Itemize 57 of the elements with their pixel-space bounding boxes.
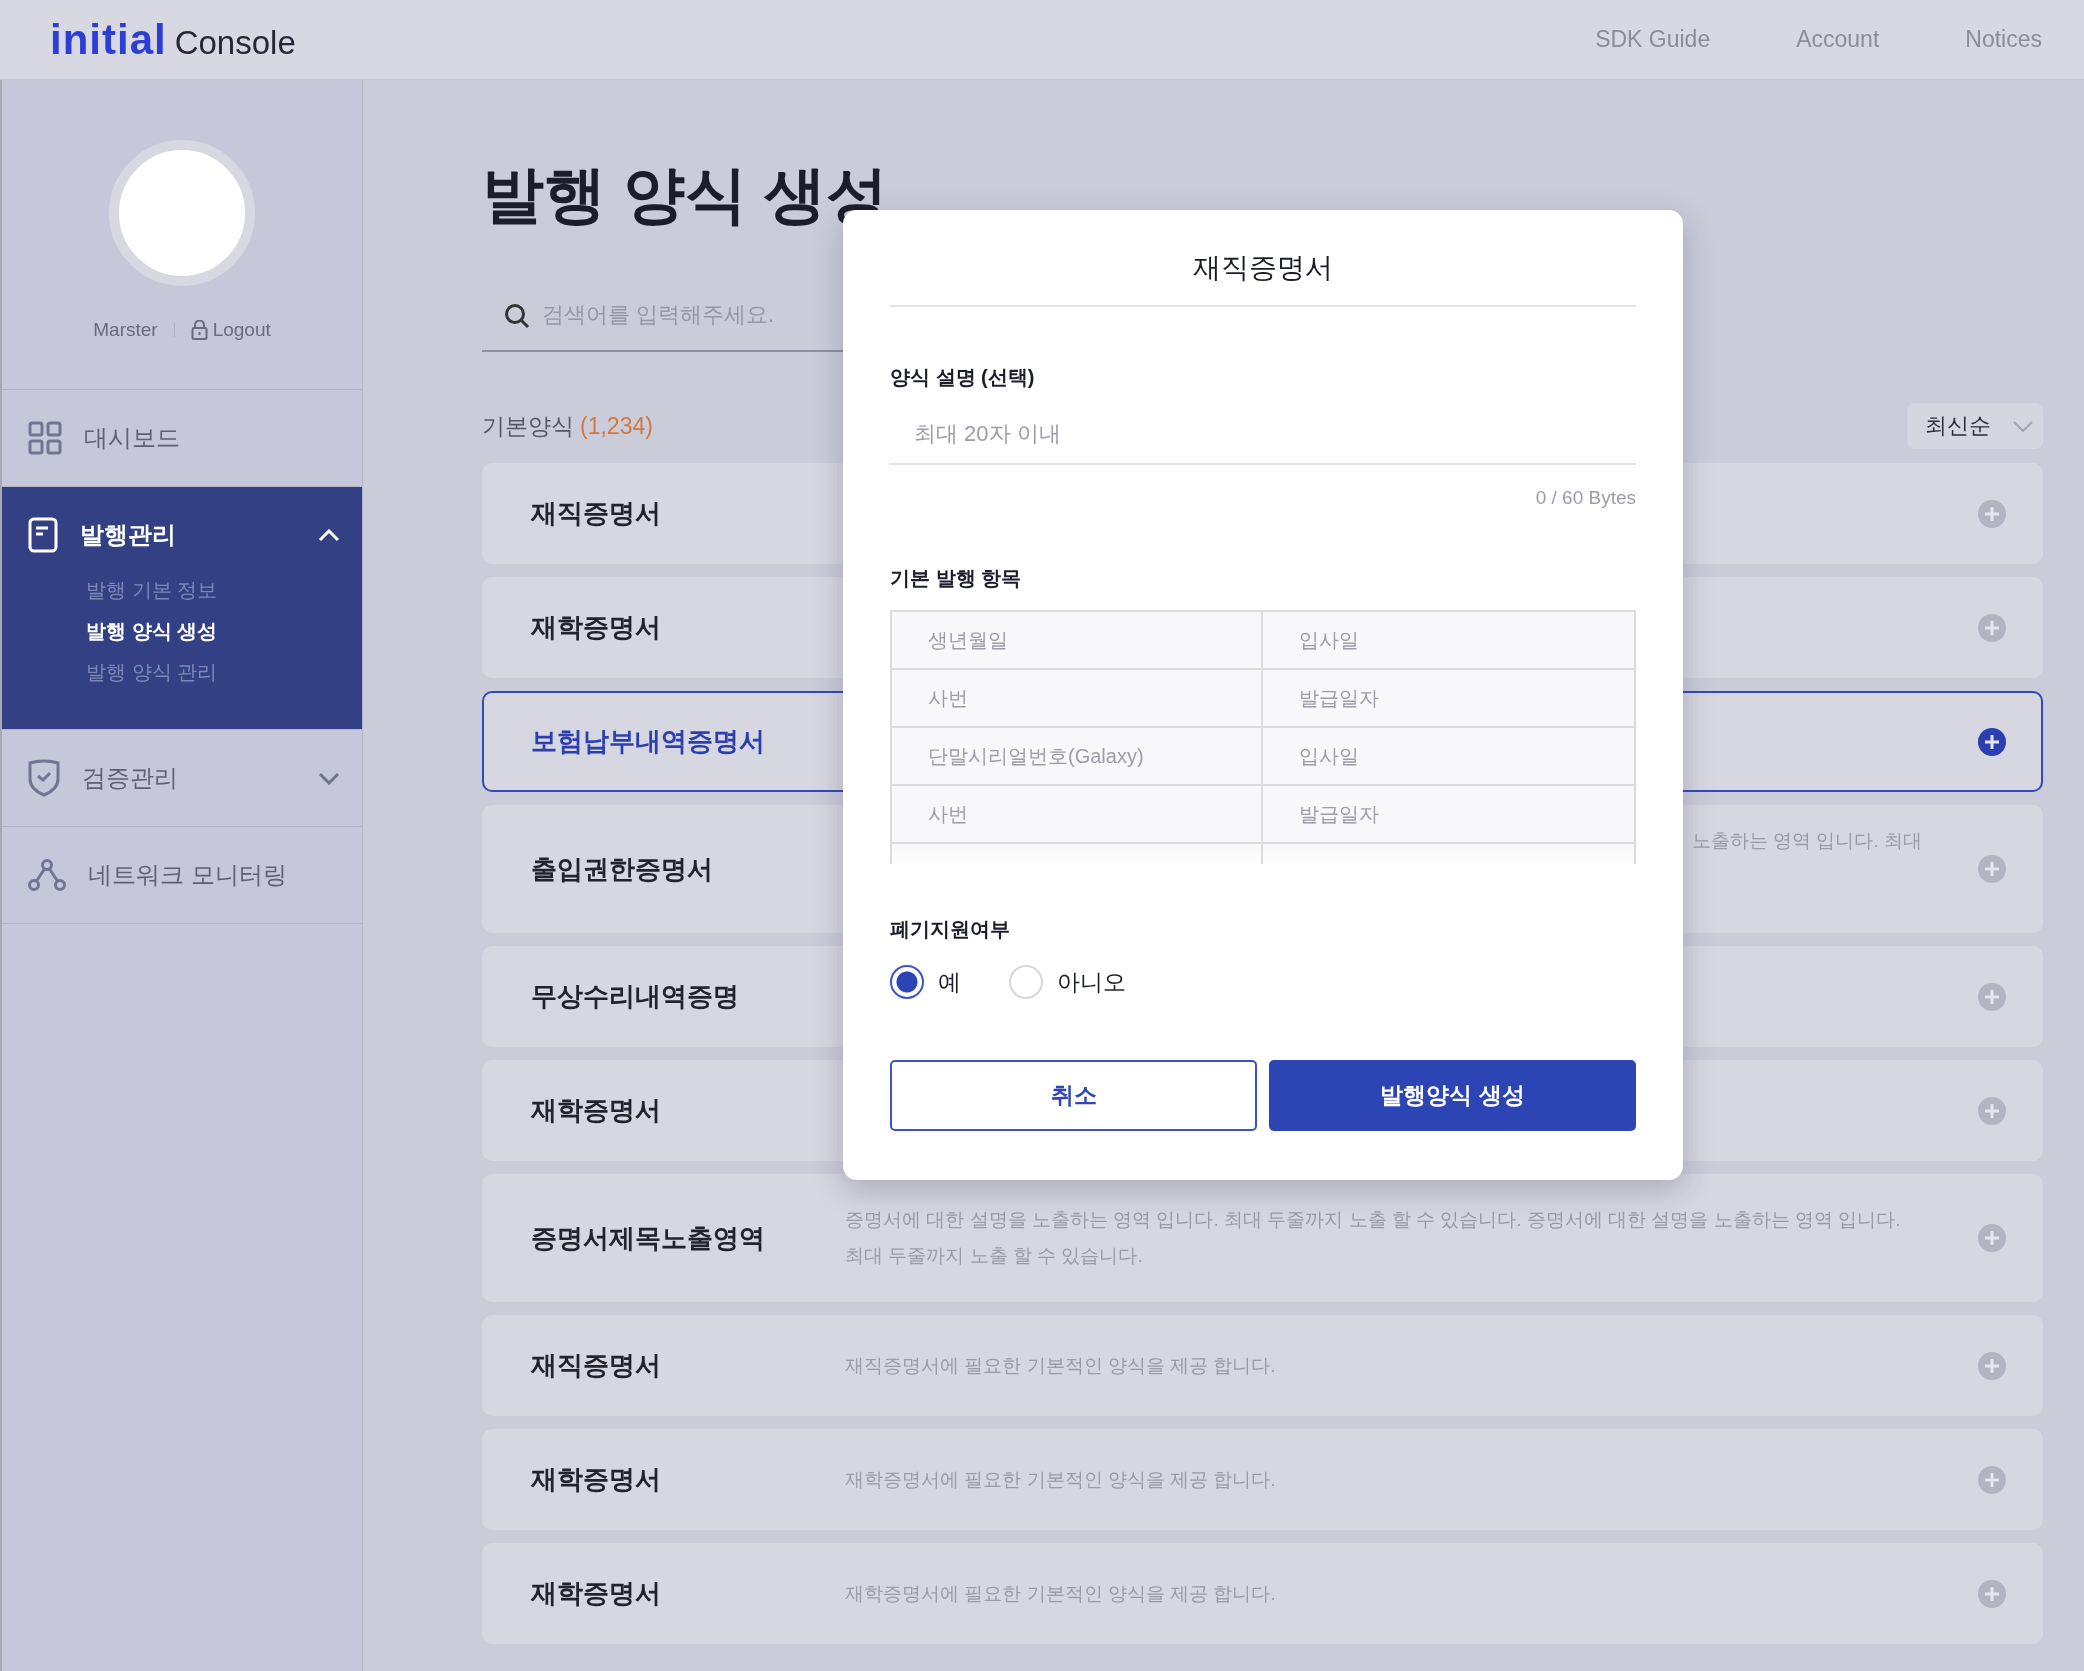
search-icon (504, 303, 530, 329)
chevron-down-icon[interactable] (318, 771, 340, 785)
network-icon (28, 859, 66, 891)
form-title: 재학증명서 (531, 1577, 662, 1610)
radio-option[interactable]: 예 (890, 965, 961, 999)
menu-item[interactable]: 대시보드 (2, 390, 362, 486)
form-title: 무상수리내역증명 (531, 980, 740, 1013)
chevron-up-icon[interactable] (318, 528, 340, 542)
field-label: 기본 발행 항목 (890, 566, 1023, 591)
form-title: 재직증명서 (531, 497, 662, 530)
logo-product: Console (174, 23, 296, 62)
submenu-item[interactable]: 발행 양식 생성 (86, 618, 218, 645)
menu-item[interactable]: 네트워크 모니터링 (2, 827, 362, 923)
form-card[interactable]: 재학증명서 재학증명서에 필요한 기본적인 양식을 제공 합니다. (482, 1429, 2043, 1530)
form-description: 재학증명서에 필요한 기본적인 양식을 제공 합니다. (845, 1467, 1277, 1492)
form-count: (1,234) (580, 412, 653, 440)
form-title: 출입권한증명서 (531, 852, 714, 886)
form-card[interactable]: 재학증명서 재학증명서에 필요한 기본적인 양식을 제공 합니다. (482, 1543, 2043, 1644)
table-cell: 생년월일 (892, 612, 1263, 668)
modal-title: 재직증명서 (890, 210, 1636, 307)
table-cell-text: 발급일자 (1298, 685, 1380, 711)
cancel-button[interactable]: 취소 (890, 1060, 1257, 1131)
menu-item[interactable]: 검증관리 (2, 730, 362, 826)
add-icon[interactable] (1978, 727, 2006, 756)
grid-icon (28, 421, 62, 455)
table-cell-text: 발급일자 (1298, 801, 1380, 827)
section-label: 기본양식 (482, 411, 574, 441)
lock-icon (190, 320, 208, 340)
form-card[interactable]: 증명서제목노출영역 증명서에 대한 설명을 노출하는 영역 입니다. 최대 두줄까지 노출 할 수 있습니다. 증명서에 대한 설명을 노출하는 영역 입니다. 최대 두줄까지 노출 할 수 있습니다. (482, 1174, 2043, 1302)
form-title: 보험납부내역증명서 (531, 725, 766, 758)
form-title: 재학증명서 (531, 1094, 662, 1127)
radio-button[interactable] (890, 965, 924, 999)
form-description: 증명서에 대한 설명을 노출하는 영역 입니다. 최대 두줄까지 노출 할 수 있습니다. 증명서에 대한 설명을 노출하는 영역 입니다. 최대 두줄까지 노출 할 수 있습니다. (845, 1208, 1902, 1268)
field-label: 폐기지원여부 (890, 917, 1011, 942)
table-cell: 사번 (892, 786, 1263, 842)
document-icon (28, 517, 58, 553)
table-cell-text: 입사일 (1298, 743, 1360, 769)
radio-option[interactable]: 아니오 (1009, 965, 1126, 999)
byte-counter: 0 / 60 Bytes (1535, 487, 1636, 509)
form-title: 재직증명서 (531, 1349, 662, 1382)
form-description: 노출하는 영역 입니다. 최대 (1690, 829, 1923, 853)
logo-brand: initial (50, 15, 167, 64)
chevron-down-icon (2013, 420, 2033, 432)
sort-dropdown[interactable]: 최신순 (1907, 403, 2043, 449)
create-button[interactable]: 발행양식 생성 (1269, 1060, 1636, 1131)
shield-check-icon (28, 759, 60, 797)
field-label: 양식 설명 (선택) (890, 365, 1036, 390)
table-cell: 단말시리얼번호(Galaxy) (892, 728, 1263, 784)
table-cell: 사번 (892, 670, 1263, 726)
form-card[interactable]: 재직증명서 재직증명서에 필요한 기본적인 양식을 제공 합니다. (482, 1315, 2043, 1416)
form-title: 증명서제목노출영역 (531, 1221, 766, 1255)
form-description: 재직증명서에 필요한 기본적인 양식을 제공 합니다. (845, 1353, 1277, 1378)
form-title: 재학증명서 (531, 611, 662, 644)
form-description: 재학증명서에 필요한 기본적인 양식을 제공 합니다. (845, 1581, 1277, 1606)
form-title: 재학증명서 (531, 1463, 662, 1496)
user-name: Marster (93, 319, 158, 341)
table-cell-text: 입사일 (1298, 627, 1360, 653)
